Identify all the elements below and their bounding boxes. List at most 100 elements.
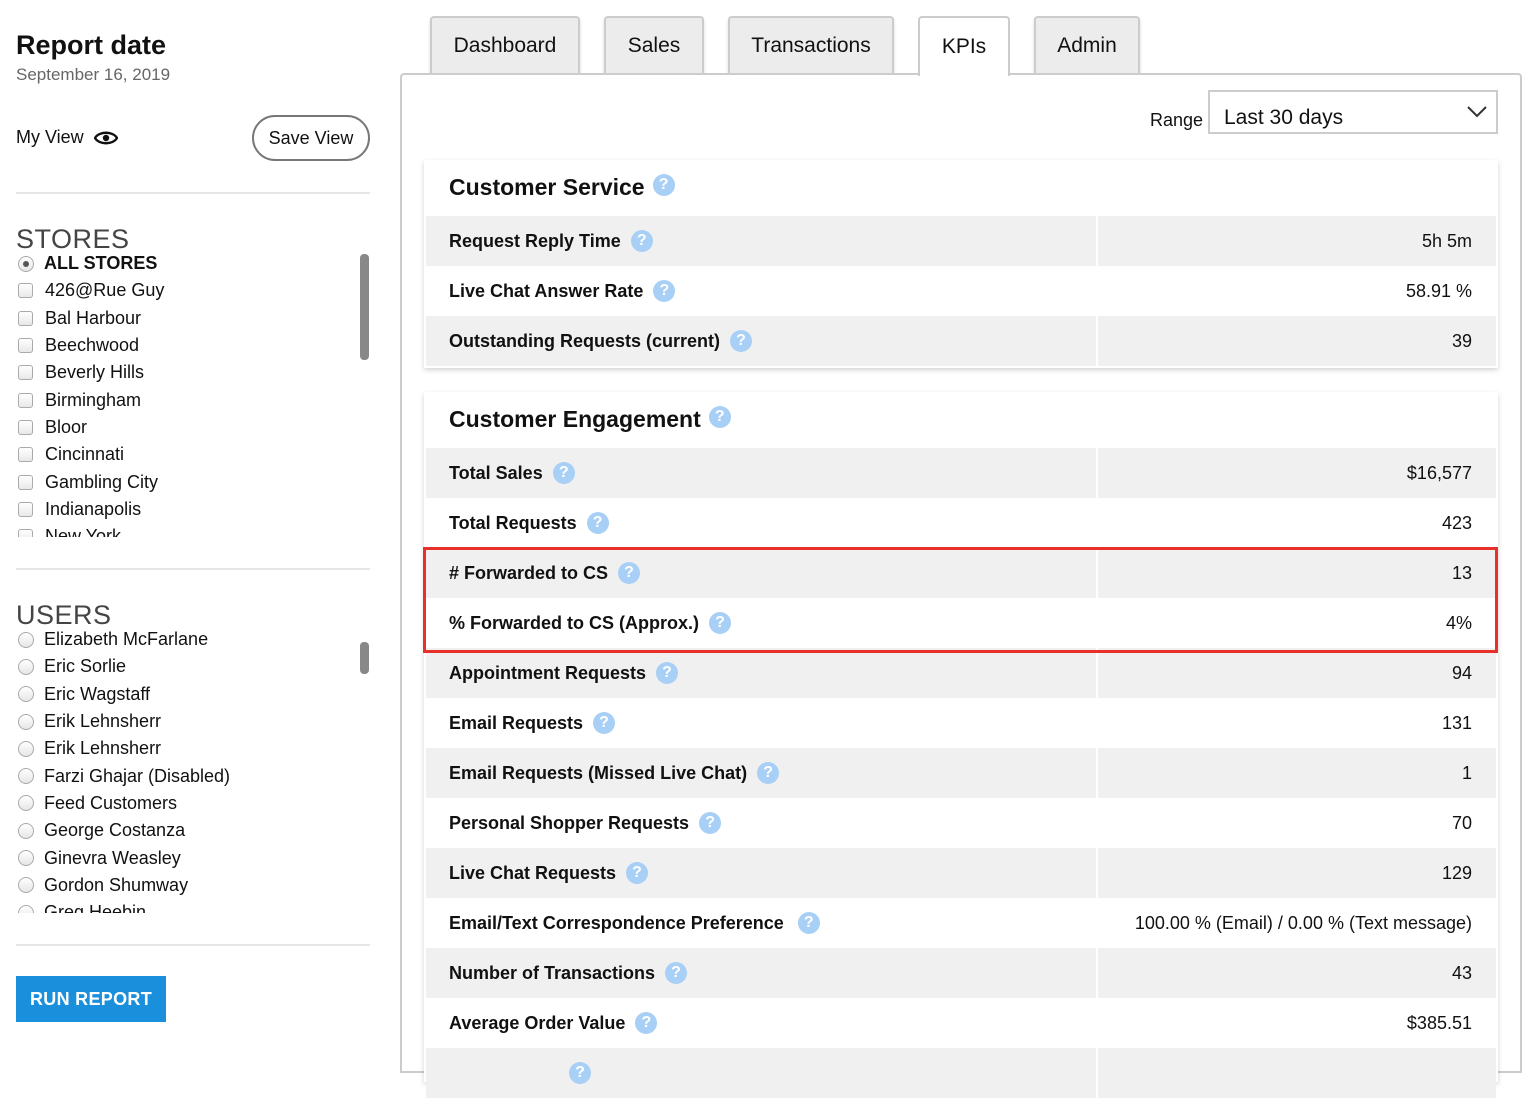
customer-service-title: Customer Service ?	[449, 173, 675, 201]
tab-sales[interactable]: Sales	[604, 16, 704, 74]
user-item[interactable]: Erik Lehnsherr	[16, 735, 366, 762]
help-icon[interactable]: ?	[708, 405, 731, 428]
row-value: $16,577	[1406, 462, 1472, 483]
radio-icon[interactable]	[18, 822, 34, 839]
user-item[interactable]: Gordon Shumway	[16, 872, 366, 899]
row-value: 5h 5m	[1421, 230, 1472, 251]
checkbox[interactable]	[18, 447, 33, 463]
checkbox[interactable]	[18, 474, 33, 490]
users-scrollbar[interactable]	[360, 642, 369, 674]
help-icon[interactable]: ?	[653, 280, 676, 302]
row-label: Request Reply Time	[449, 230, 621, 251]
report-date-value: September 16, 2019	[16, 65, 171, 84]
help-icon[interactable]: ?	[699, 812, 722, 834]
user-label: Erik Lehnsherr	[44, 711, 162, 732]
row-value: 94	[1451, 662, 1472, 683]
checkbox[interactable]	[18, 283, 33, 299]
store-item[interactable]: New York	[16, 523, 366, 537]
radio-icon[interactable]	[18, 877, 34, 894]
my-view-label: My View	[16, 127, 84, 147]
table-row: Outstanding Requests (current)? 39	[426, 316, 1496, 366]
help-icon[interactable]: ?	[757, 762, 780, 784]
radio-icon[interactable]	[18, 658, 34, 675]
store-label: ALL STORES	[44, 253, 158, 274]
range-select[interactable]: Last 30 days	[1208, 90, 1498, 134]
help-icon[interactable]: ?	[652, 173, 675, 196]
row-value: 129	[1441, 862, 1472, 883]
run-report-button[interactable]: RUN REPORT	[16, 976, 166, 1022]
user-item[interactable]: Elizabeth McFarlane	[16, 626, 366, 653]
row-label: Email/Text Correspondence Preference	[449, 912, 784, 933]
tab-dashboard[interactable]: Dashboard	[430, 16, 580, 74]
user-item[interactable]: Ginevra Weasley	[16, 844, 366, 871]
radio-icon[interactable]	[18, 631, 34, 648]
help-icon[interactable]: ?	[665, 962, 688, 984]
help-icon[interactable]: ?	[635, 1012, 658, 1034]
user-label: Farzi Ghajar (Disabled)	[44, 765, 231, 786]
radio-icon[interactable]	[18, 713, 34, 730]
help-icon[interactable]: ?	[630, 230, 653, 252]
row-label: Live Chat Requests	[449, 862, 617, 883]
checkbox[interactable]	[18, 338, 33, 354]
customer-service-card: Customer Service ? Request Reply Time? 5…	[424, 160, 1498, 368]
user-item[interactable]: Greg Heebin	[16, 899, 366, 913]
store-item[interactable]: Cincinnati	[16, 441, 366, 468]
help-icon[interactable]: ?	[626, 862, 649, 884]
radio-icon[interactable]	[18, 904, 34, 913]
help-icon[interactable]: ?	[730, 330, 753, 352]
help-icon[interactable]: ?	[593, 712, 616, 734]
tab-kpis[interactable]: KPIs	[918, 16, 1010, 76]
store-item[interactable]: Gambling City	[16, 468, 366, 495]
tab-admin[interactable]: Admin	[1034, 16, 1140, 74]
radio-icon[interactable]	[18, 686, 34, 703]
table-row: Number of Transactions? 43	[426, 948, 1496, 998]
table-row: ?	[426, 1048, 1496, 1098]
store-label: Bal Harbour	[45, 307, 142, 328]
help-icon[interactable]: ?	[656, 662, 679, 684]
checkbox[interactable]	[18, 419, 33, 435]
user-label: Greg Heebin	[44, 902, 147, 913]
user-item[interactable]: Eric Sorlie	[16, 653, 366, 680]
checkbox[interactable]	[18, 529, 33, 537]
save-view-button[interactable]: Save View	[252, 115, 370, 161]
help-icon[interactable]: ?	[552, 462, 575, 484]
radio-icon[interactable]	[18, 795, 34, 812]
stores-scrollbar[interactable]	[360, 254, 369, 360]
customer-engagement-card: Customer Engagement ? Total Sales? $16,5…	[424, 392, 1498, 1098]
radio-icon[interactable]	[18, 768, 34, 785]
help-icon[interactable]: ?	[797, 912, 820, 934]
checkbox[interactable]	[18, 365, 33, 381]
checkbox[interactable]	[18, 501, 33, 517]
store-item[interactable]: Beverly Hills	[16, 359, 366, 386]
help-icon[interactable]: ?	[569, 1062, 591, 1084]
user-item[interactable]: Erik Lehnsherr	[16, 708, 366, 735]
store-item[interactable]: Bal Harbour	[16, 305, 366, 332]
row-label: Outstanding Requests (current)	[449, 330, 721, 351]
store-item[interactable]: 426@Rue Guy	[16, 277, 366, 304]
store-item-all[interactable]: ALL STORES	[16, 250, 366, 277]
user-item[interactable]: Feed Customers	[16, 790, 366, 817]
row-label: Personal Shopper Requests	[449, 812, 690, 833]
user-item[interactable]: Farzi Ghajar (Disabled)	[16, 762, 366, 789]
checkbox[interactable]	[18, 392, 33, 408]
row-value: 423	[1441, 512, 1472, 533]
help-icon[interactable]: ?	[586, 512, 609, 534]
user-label: Eric Wagstaff	[44, 683, 151, 704]
user-item[interactable]: George Costanza	[16, 817, 366, 844]
eye-icon[interactable]	[93, 130, 118, 146]
radio-icon[interactable]	[18, 850, 34, 867]
store-item[interactable]: Beechwood	[16, 332, 366, 359]
user-label: Erik Lehnsherr	[44, 738, 162, 759]
row-value: 39	[1451, 330, 1472, 351]
radio-icon[interactable]	[18, 255, 34, 272]
store-item[interactable]: Birmingham	[16, 386, 366, 413]
tab-transactions[interactable]: Transactions	[728, 16, 894, 74]
radio-icon[interactable]	[18, 740, 34, 757]
row-value: 131	[1441, 712, 1472, 733]
store-item[interactable]: Bloor	[16, 414, 366, 441]
checkbox[interactable]	[18, 310, 33, 326]
card-title-text: Customer Engagement	[449, 406, 701, 432]
store-item[interactable]: Indianapolis	[16, 496, 366, 523]
user-item[interactable]: Eric Wagstaff	[16, 681, 366, 708]
table-row: Personal Shopper Requests? 70	[426, 798, 1496, 848]
